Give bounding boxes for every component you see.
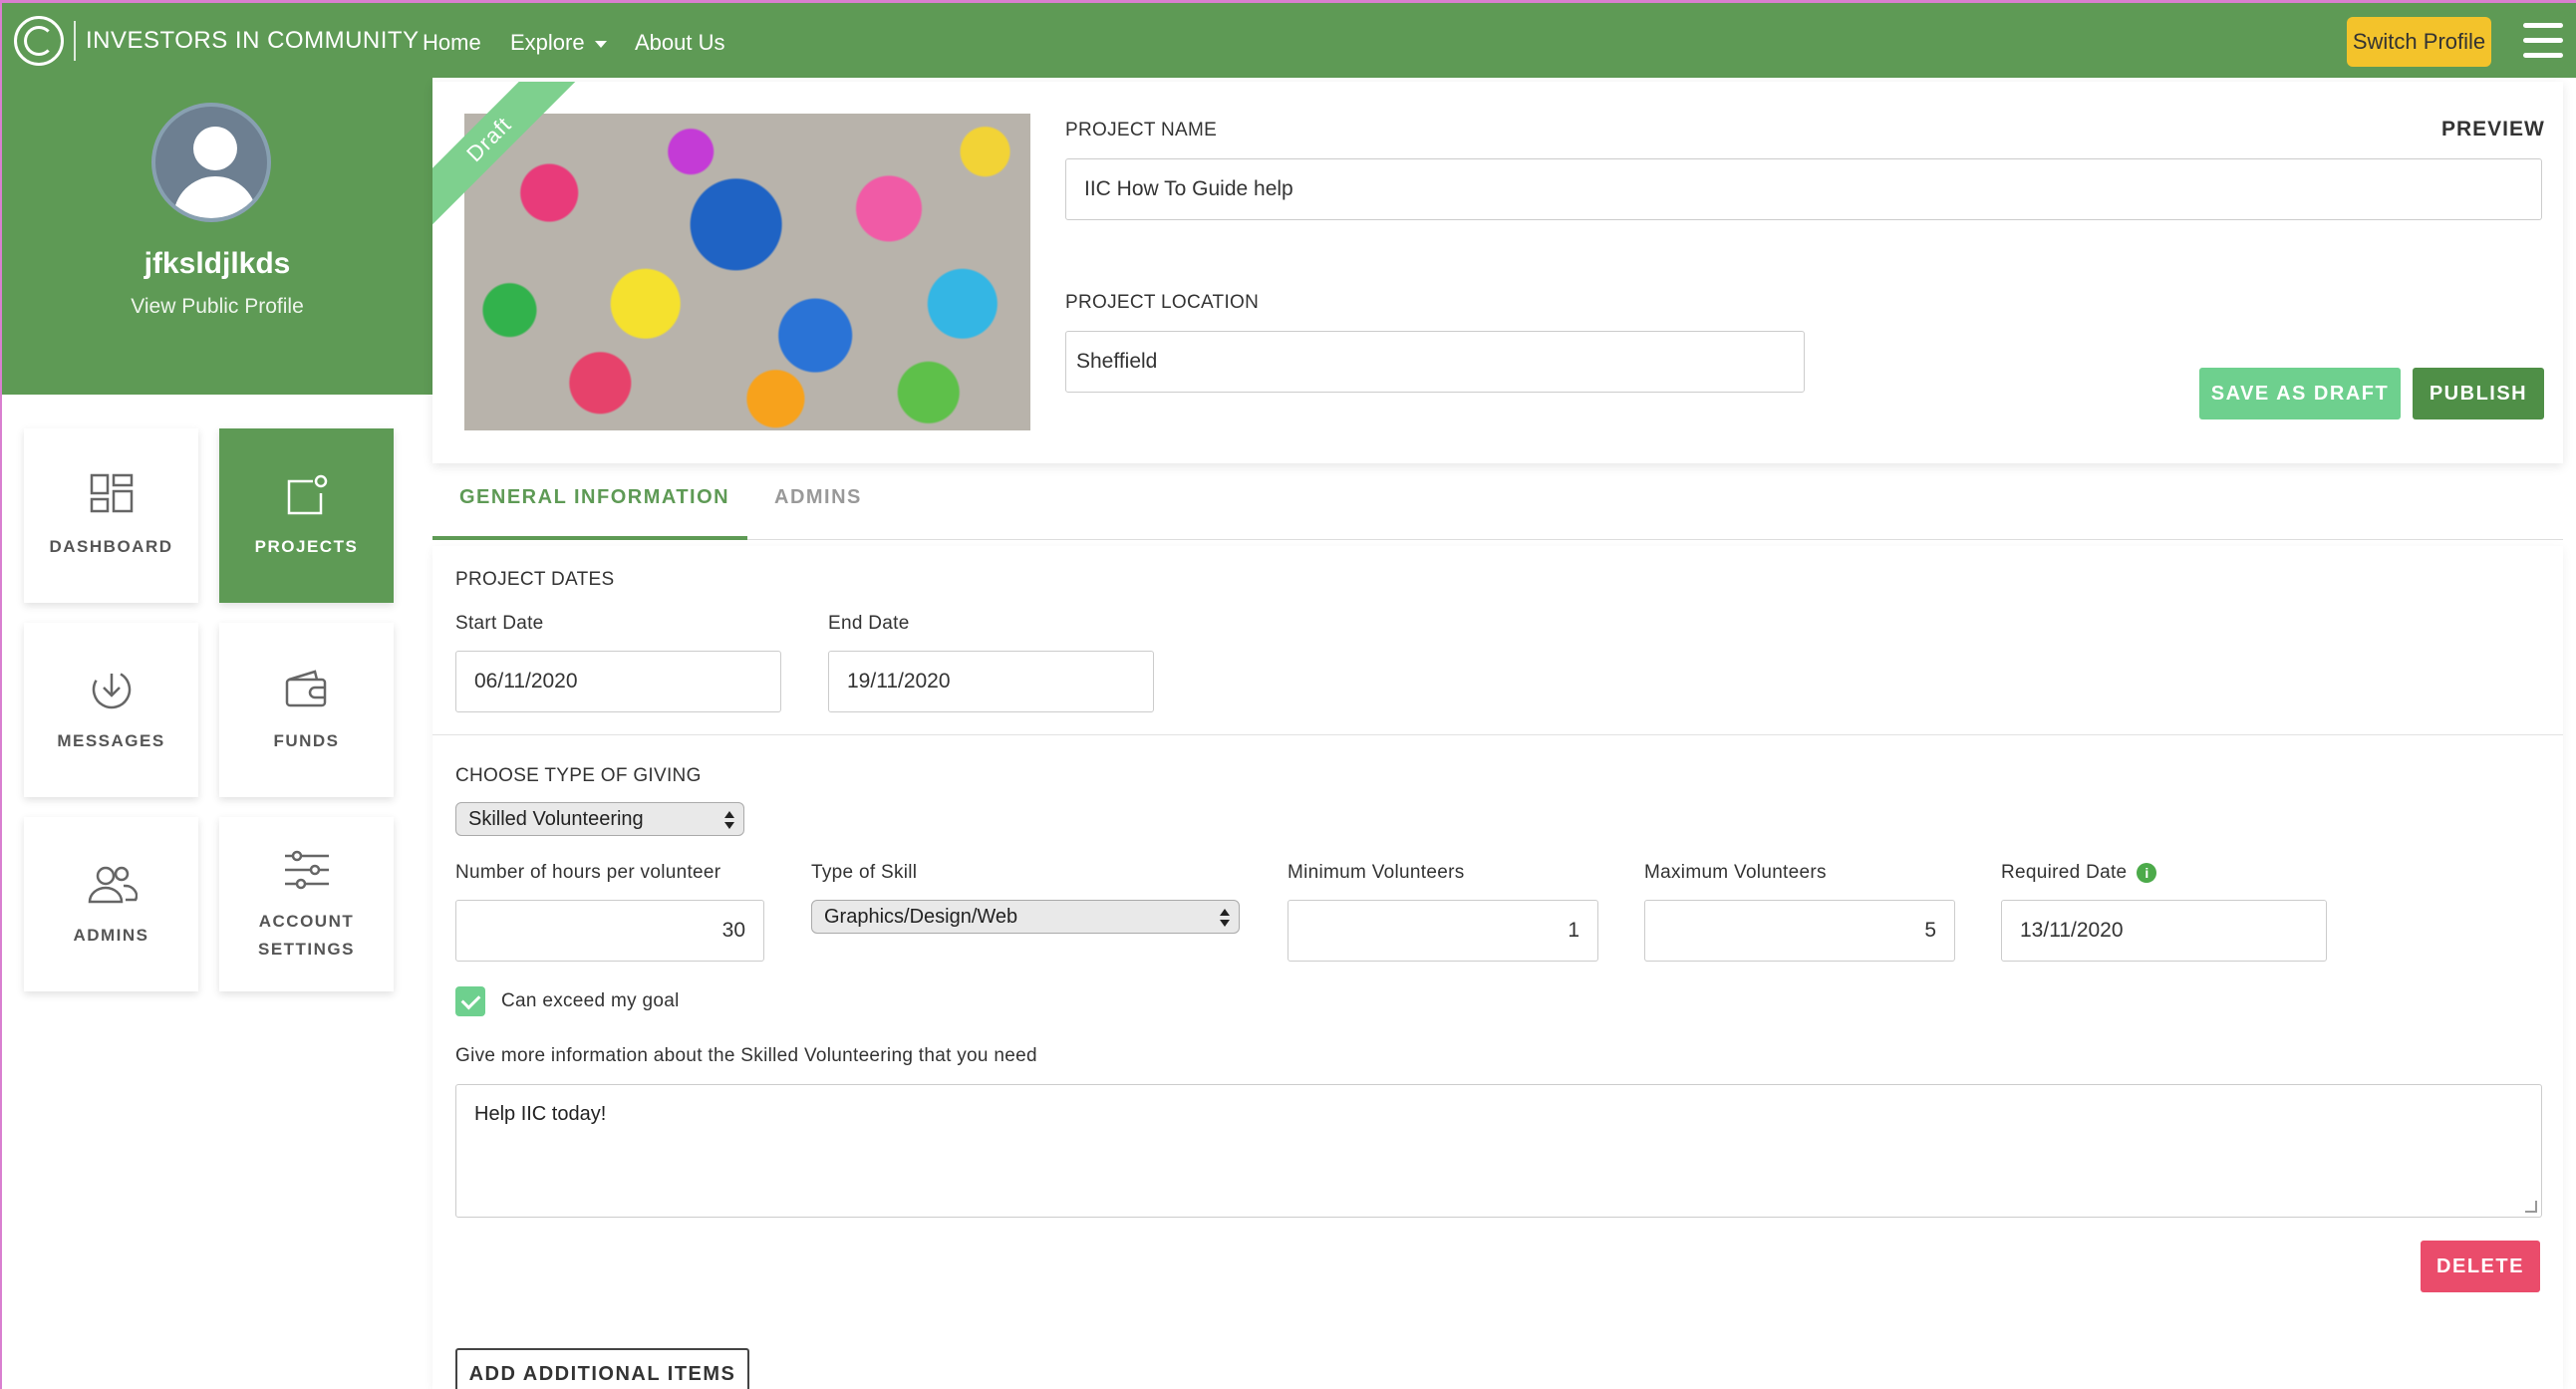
project-location-label: PROJECT LOCATION [1065,292,1260,313]
giving-type-title: CHOOSE TYPE OF GIVING [455,765,702,786]
brand-name[interactable]: INVESTORS IN COMMUNITY [86,27,420,55]
select-arrows-icon [724,809,734,831]
min-volunteers-input[interactable]: 1 [1288,900,1598,962]
hours-label: Number of hours per volunteer [455,862,721,883]
required-date-input[interactable]: 13/11/2020 [2001,900,2327,962]
max-volunteers-label: Maximum Volunteers [1644,862,1827,883]
logo-divider [74,21,76,61]
end-date-input[interactable]: 19/11/2020 [828,651,1154,712]
project-location-input[interactable]: Sheffield [1065,331,1805,393]
nav-home[interactable]: Home [423,30,481,56]
preview-link[interactable]: PREVIEW [2441,118,2545,141]
logo-icon[interactable] [14,16,64,66]
sidebar-item-projects[interactable]: PROJECTS [219,428,394,603]
project-dates-title: PROJECT DATES [455,569,615,590]
resize-handle[interactable] [2525,1201,2537,1213]
profile-panel: jfksldjlkds View Public Profile [2,78,432,395]
delete-button[interactable]: DELETE [2421,1241,2540,1292]
sidebar-item-account-settings[interactable]: ACCOUNT SETTINGS [219,817,394,991]
sidebar-item-label-line2: SETTINGS [257,939,355,959]
required-date-label: Required Date i [2001,862,2157,884]
sidebar-item-label: FUNDS [273,730,340,750]
publish-button[interactable]: PUBLISH [2413,368,2544,419]
dashboard-icon [90,473,133,512]
giving-type-selected: Skilled Volunteering [468,807,644,830]
skill-type-selected: Graphics/Design/Web [824,905,1018,928]
tab-general-information[interactable]: GENERAL INFORMATION [459,486,729,509]
project-header-card: Draft PROJECT NAME PREVIEW IIC How To Gu… [432,82,2563,463]
sidebar-item-label: MESSAGES [57,730,165,750]
min-volunteers-label: Minimum Volunteers [1288,862,1465,883]
sidebar-item-dashboard[interactable]: DASHBOARD [24,428,198,603]
switch-profile-button[interactable]: Switch Profile [2347,17,2491,67]
avatar [151,103,271,222]
end-date-label: End Date [828,613,910,634]
select-arrows-icon [1220,907,1230,929]
nav-explore-label: Explore [510,30,585,55]
tab-divider [432,539,2563,540]
project-name-label: PROJECT NAME [1065,120,1218,140]
projects-icon [287,474,327,514]
info-icon[interactable]: i [2137,862,2157,883]
giving-type-select[interactable]: Skilled Volunteering [455,802,744,836]
project-image[interactable] [464,114,1030,430]
skill-type-label: Type of Skill [811,862,918,883]
sidebar-item-funds[interactable]: FUNDS [219,623,394,797]
hamburger-menu-icon[interactable] [2523,23,2563,59]
more-info-text: Help IIC today! [474,1103,607,1125]
more-info-label: Give more information about the Skilled … [455,1045,1037,1066]
exceed-goal-checkbox[interactable] [455,986,485,1016]
active-tab-indicator [432,536,747,540]
project-name-input[interactable]: IIC How To Guide help [1065,158,2542,220]
chevron-down-icon [594,40,607,48]
start-date-label: Start Date [455,613,544,634]
username: jfksldjlkds [143,247,291,280]
view-public-profile-link[interactable]: View Public Profile [2,295,432,319]
sidebar-item-admins[interactable]: ADMINS [24,817,198,991]
sidebar-item-label-line1: ACCOUNT [258,911,355,931]
nav-about[interactable]: About Us [635,30,725,56]
section-divider [432,734,2563,735]
tab-admins[interactable]: ADMINS [774,486,862,509]
sidebar-item-messages[interactable]: MESSAGES [24,623,198,797]
add-additional-items-button[interactable]: ADD ADDITIONAL ITEMS [455,1348,749,1389]
exceed-goal-label: Can exceed my goal [501,990,680,1011]
more-info-textarea[interactable]: Help IIC today! [455,1084,2542,1218]
wallet-icon [285,669,326,706]
nav-explore[interactable]: Explore [510,30,607,56]
required-date-label-text: Required Date [2001,862,2128,883]
messages-icon [92,670,131,708]
sidebar-item-label: DASHBOARD [49,536,173,556]
skill-type-select[interactable]: Graphics/Design/Web [811,900,1240,934]
start-date-input[interactable]: 06/11/2020 [455,651,781,712]
max-volunteers-input[interactable]: 5 [1644,900,1955,962]
admins-icon [88,866,138,903]
sliders-icon [284,850,329,889]
hours-input[interactable]: 30 [455,900,764,962]
save-as-draft-button[interactable]: SAVE AS DRAFT [2199,368,2401,419]
top-navbar: INVESTORS IN COMMUNITY Home Explore Abou… [2,0,2576,78]
sidebar-item-label: ADMINS [73,925,149,945]
sidebar-item-label: ACCOUNT SETTINGS [258,908,355,964]
sidebar-item-label: PROJECTS [254,536,359,556]
